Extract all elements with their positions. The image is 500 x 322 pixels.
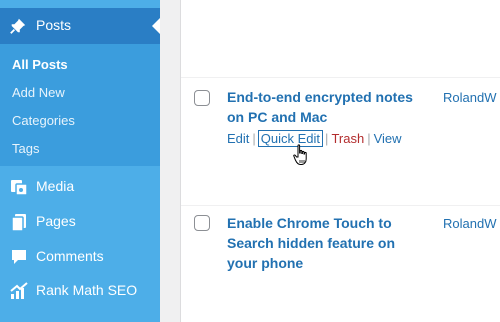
media-icon	[11, 180, 28, 196]
row-actions: Edit | Quick Edit | Trash | View	[227, 130, 402, 147]
sidebar-item-label: Pages	[36, 213, 76, 229]
posts-list-area: End-to-end encrypted notes on PC and Mac…	[160, 0, 500, 322]
action-separator: |	[252, 131, 256, 146]
edit-link[interactable]: Edit	[227, 131, 249, 146]
submenu-all-posts[interactable]: All Posts	[12, 57, 68, 72]
post-title-line: on PC and Mac	[227, 109, 328, 125]
post-title-line: End-to-end encrypted notes	[227, 89, 413, 105]
table-row	[181, 0, 500, 77]
pages-icon	[11, 214, 26, 232]
comments-icon	[12, 250, 26, 264]
quick-edit-link[interactable]: Quick Edit	[257, 130, 324, 147]
post-title-line: Search hidden feature on	[227, 235, 396, 251]
post-author-link[interactable]: RolandW	[443, 90, 496, 105]
row-checkbox[interactable]	[194, 90, 210, 106]
posts-submenu: All Posts Add New Categories Tags	[0, 44, 160, 166]
submenu-categories[interactable]: Categories	[12, 113, 75, 128]
submenu-tags[interactable]: Tags	[12, 141, 39, 156]
sidebar-item-media[interactable]: Media	[0, 170, 160, 204]
posts-table: End-to-end encrypted notes on PC and Mac…	[181, 0, 500, 322]
sidebar-item-posts[interactable]: Posts	[0, 8, 160, 44]
post-title-line: Enable Chrome Touch to	[227, 215, 392, 231]
pin-icon	[10, 18, 26, 34]
post-title-line: your phone	[227, 255, 304, 271]
sidebar-item-label: Rank Math SEO	[36, 282, 138, 298]
hand-cursor-icon	[293, 144, 307, 165]
post-title-link[interactable]: End-to-end encrypted notes on PC and Mac	[227, 87, 432, 127]
sidebar-item-label: Posts	[36, 17, 72, 33]
table-row: End-to-end encrypted notes on PC and Mac…	[181, 78, 500, 205]
trash-link[interactable]: Trash	[331, 131, 364, 146]
post-title-link[interactable]: Enable Chrome Touch to Search hidden fea…	[227, 213, 432, 273]
action-separator: |	[367, 131, 371, 146]
action-separator: |	[325, 131, 329, 146]
sidebar-item-comments[interactable]: Comments	[0, 240, 160, 274]
sidebar-item-rank-math-seo[interactable]: Rank Math SEO	[0, 274, 160, 308]
sidebar-item-pages[interactable]: Pages	[0, 205, 160, 239]
view-link[interactable]: View	[374, 131, 402, 146]
sidebar-item-label: Comments	[36, 248, 104, 264]
rank-math-icon	[10, 282, 28, 299]
submenu-add-new[interactable]: Add New	[12, 85, 65, 100]
admin-sidebar: Posts All Posts Add New Categories Tags …	[0, 0, 161, 322]
table-row: Enable Chrome Touch to Search hidden fea…	[181, 206, 500, 322]
row-checkbox[interactable]	[194, 215, 210, 231]
sidebar-item-label: Media	[36, 178, 75, 194]
post-author-link[interactable]: RolandW	[443, 216, 496, 231]
